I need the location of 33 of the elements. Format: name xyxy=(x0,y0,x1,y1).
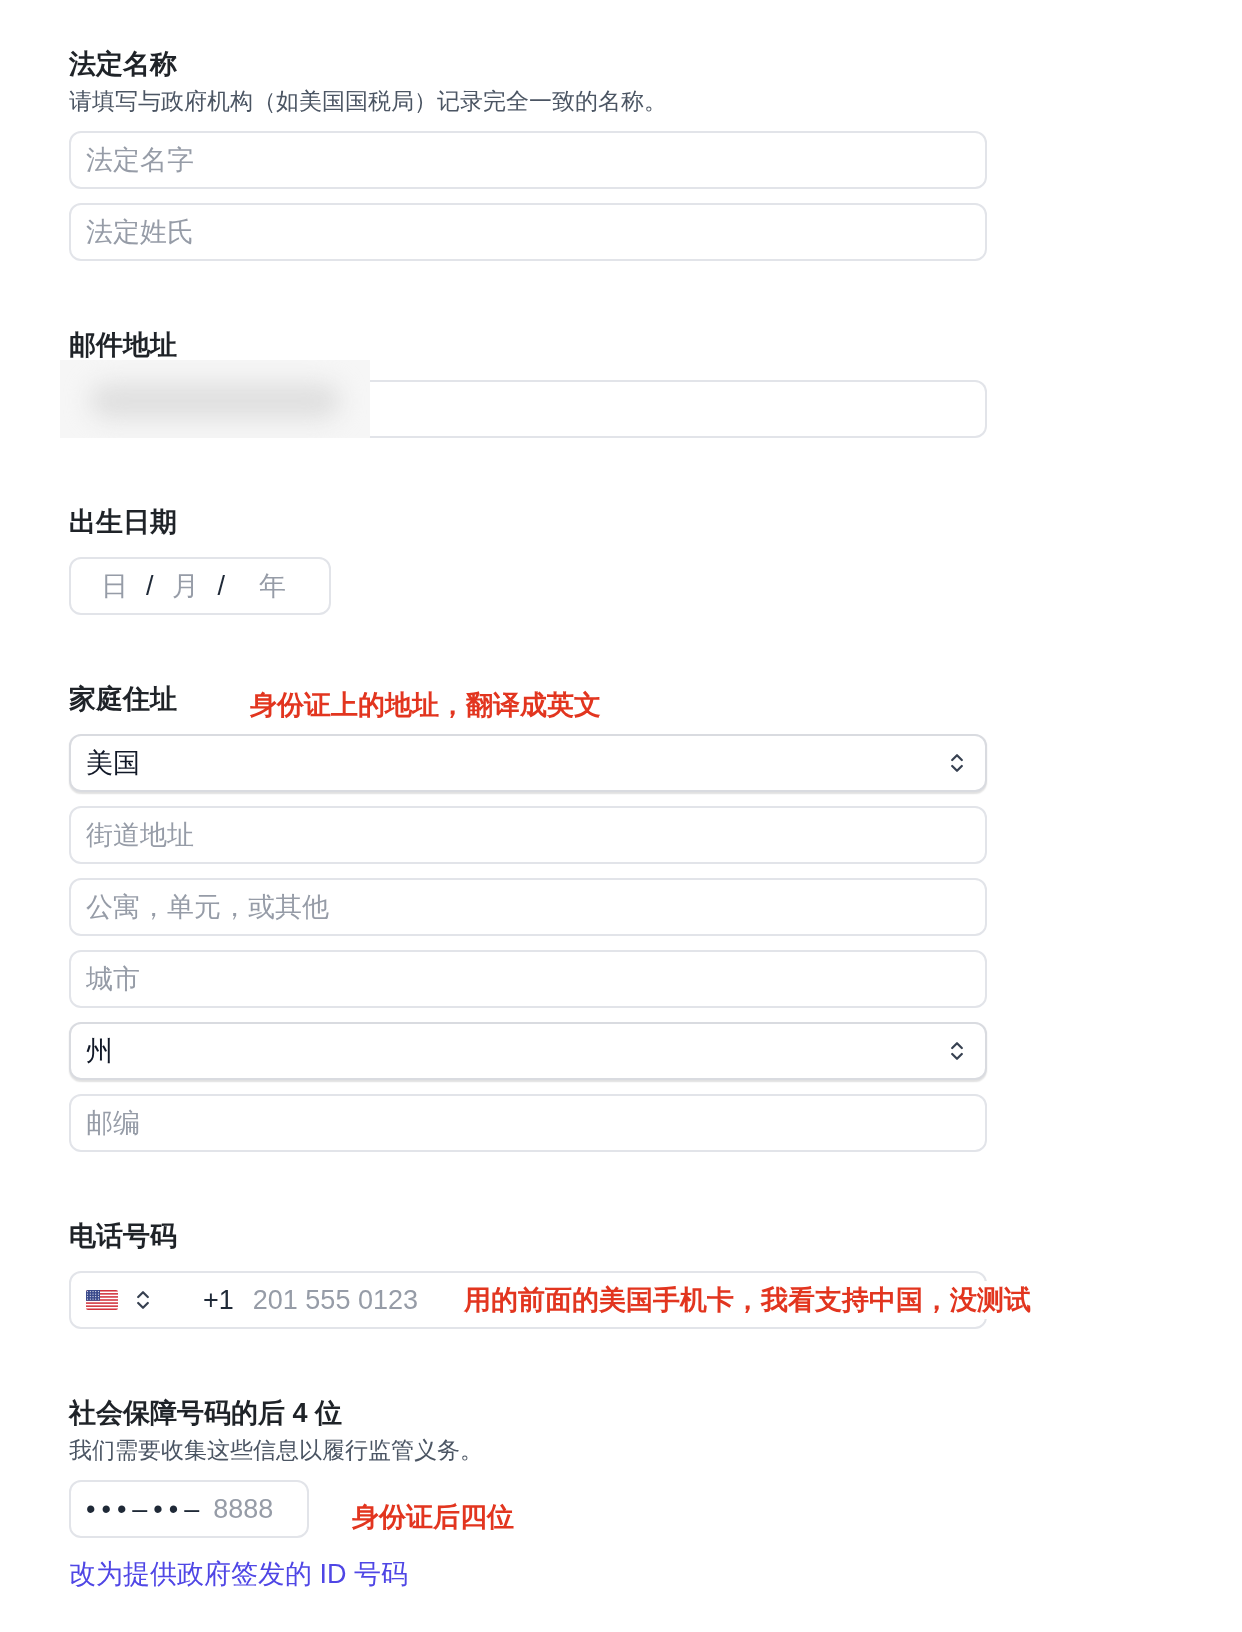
date-part-input[interactable]: 年 xyxy=(242,565,303,607)
ssn-field[interactable]: •••–••– 8888 xyxy=(69,1480,309,1538)
ssn-mask: •••–••– xyxy=(86,1492,206,1526)
text-input[interactable]: 法定名字 xyxy=(69,131,987,189)
text-input[interactable]: 城市 xyxy=(69,950,987,1008)
text-input[interactable]: 邮编 xyxy=(69,1094,987,1152)
section-description: 我们需要收集这些信息以履行监管义务。 xyxy=(69,1436,484,1465)
chevron-up-down-icon xyxy=(951,1040,963,1062)
section-label: 出生日期 xyxy=(69,506,177,538)
text-input[interactable]: 法定姓氏 xyxy=(69,203,987,261)
date-part-input[interactable]: 日 xyxy=(99,565,129,607)
country-code: +1 xyxy=(203,1283,234,1317)
date-separator: / xyxy=(146,569,154,603)
section-label: 电话号码 xyxy=(69,1220,177,1252)
section-label: 家庭住址 xyxy=(69,683,177,715)
phone-number-input[interactable]: 201 555 0123 xyxy=(252,1279,443,1321)
dropdown-select[interactable]: 州 xyxy=(69,1022,987,1080)
section-description: 请填写与政府机构（如美国国税局）记录完全一致的名称。 xyxy=(69,87,668,116)
section-label: 社会保障号码的后 4 位 xyxy=(69,1397,343,1429)
ssn-digits-input[interactable]: 8888 xyxy=(213,1488,286,1530)
date-field[interactable]: 日 / 月 / 年 xyxy=(69,557,331,615)
flag-icon xyxy=(86,1290,118,1310)
date-part-input[interactable]: 月 xyxy=(170,565,201,607)
alternate-id-link[interactable]: 改为提供政府签发的 ID 号码 xyxy=(69,1558,408,1590)
text-input[interactable]: 公寓，单元，或其他 xyxy=(69,878,987,936)
text-input[interactable] xyxy=(370,380,987,438)
chevron-up-down-icon xyxy=(137,1289,149,1311)
section-label: 法定名称 xyxy=(69,48,177,80)
date-separator: / xyxy=(217,569,226,603)
dropdown-select[interactable]: 美国 xyxy=(69,734,987,792)
chevron-up-down-icon xyxy=(951,752,963,774)
text-input[interactable]: 街道地址 xyxy=(69,806,987,864)
section-label: 邮件地址 xyxy=(69,329,177,361)
